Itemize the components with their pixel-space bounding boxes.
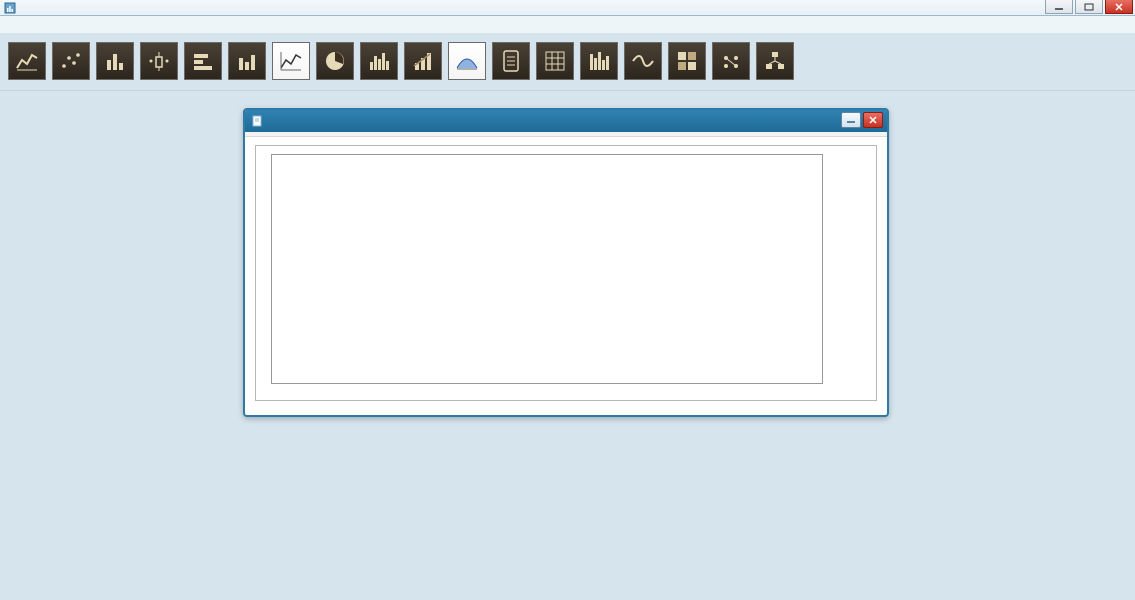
minimize-button[interactable] bbox=[1045, 0, 1073, 14]
toolbar bbox=[0, 34, 1135, 91]
child-minimize-button[interactable] bbox=[841, 112, 861, 128]
chart-area bbox=[255, 145, 877, 401]
menubar bbox=[0, 16, 1135, 34]
line-chart-icon[interactable] bbox=[8, 42, 46, 80]
document-icon bbox=[251, 115, 263, 127]
tab-row bbox=[245, 137, 887, 141]
child-titlebar bbox=[245, 110, 887, 132]
chart-plot bbox=[271, 154, 823, 384]
histogram-bars-icon[interactable] bbox=[360, 42, 398, 80]
line-plot-icon[interactable] bbox=[272, 42, 310, 80]
grid-icon[interactable] bbox=[536, 42, 574, 80]
boxplot-icon[interactable] bbox=[140, 42, 178, 80]
trend-icon[interactable] bbox=[404, 42, 442, 80]
child-window bbox=[243, 108, 889, 417]
column-chart-icon[interactable] bbox=[96, 42, 134, 80]
window-controls bbox=[1045, 0, 1133, 14]
report-icon[interactable] bbox=[492, 42, 530, 80]
bars-dense-icon[interactable] bbox=[580, 42, 618, 80]
curve-icon[interactable] bbox=[624, 42, 662, 80]
child-window-controls bbox=[841, 112, 883, 128]
pie-chart-icon[interactable] bbox=[316, 42, 354, 80]
bar-chart-icon[interactable] bbox=[228, 42, 266, 80]
bar-chart-horizontal-icon[interactable] bbox=[184, 42, 222, 80]
maximize-button[interactable] bbox=[1075, 0, 1103, 14]
chart-ylabel bbox=[264, 154, 268, 390]
child-close-button[interactable] bbox=[863, 112, 883, 128]
app-icon bbox=[4, 2, 16, 14]
close-button[interactable] bbox=[1105, 0, 1133, 14]
tree-icon[interactable] bbox=[756, 42, 794, 80]
main-titlebar bbox=[0, 0, 1135, 16]
stacked-icon[interactable] bbox=[668, 42, 706, 80]
compare-icon[interactable] bbox=[712, 42, 750, 80]
normal-dist-icon[interactable] bbox=[448, 42, 486, 80]
scatter-chart-icon[interactable] bbox=[52, 42, 90, 80]
